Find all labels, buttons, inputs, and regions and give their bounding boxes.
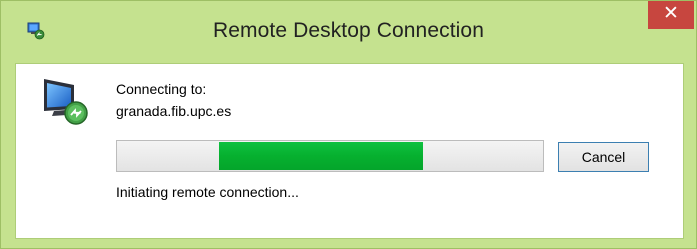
connection-progress-bar	[116, 140, 544, 172]
window-title: Remote Desktop Connection	[213, 19, 484, 42]
title-bar[interactable]: Remote Desktop Connection ✕	[1, 1, 696, 63]
dialog-body: Connecting to: granada.fib.upc.es Cancel…	[15, 63, 684, 239]
status-text: Initiating remote connection...	[116, 184, 299, 200]
host-name: granada.fib.upc.es	[116, 103, 232, 119]
cancel-button[interactable]: Cancel	[558, 142, 649, 172]
rdc-window: Remote Desktop Connection ✕ Connecting t…	[0, 0, 697, 249]
close-icon: ✕	[663, 3, 679, 24]
connecting-label: Connecting to:	[116, 81, 207, 97]
remote-desktop-computer-icon	[40, 75, 92, 127]
close-button[interactable]: ✕	[648, 1, 694, 29]
progress-bar-segment	[219, 142, 423, 170]
